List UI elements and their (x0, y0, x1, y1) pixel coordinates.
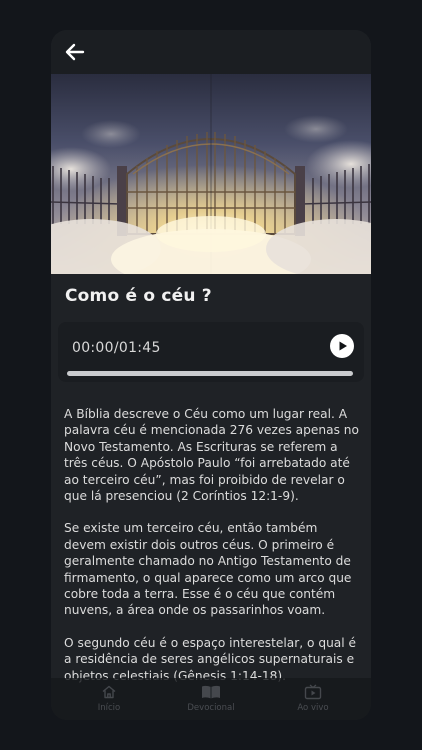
audio-player: 00:00/01:45 (58, 322, 364, 382)
audio-progress-bar[interactable] (67, 371, 353, 376)
app-screen: Como é o céu ? 00:00/01:45 A Bíblia desc… (51, 30, 371, 720)
paragraph: O segundo céu é o espaço interestelar, o… (64, 635, 357, 683)
paragraph: Se existe um terceiro céu, então também … (64, 521, 352, 618)
tab-label: Devocional (187, 703, 235, 713)
tab-label: Início (97, 703, 121, 713)
bottom-tab-bar: Início Devocional Ao vivo (51, 678, 371, 720)
devotional-text: A Bíblia descreve o Céu como um lugar re… (64, 406, 360, 706)
hero-image (51, 74, 371, 274)
arrow-left-icon (65, 43, 85, 61)
tab-label: Ao vivo (297, 703, 329, 713)
tab-ao-vivo[interactable]: Ao vivo (273, 684, 353, 713)
play-button[interactable] (330, 334, 354, 358)
top-bar (51, 30, 371, 74)
back-button[interactable] (63, 40, 87, 64)
tv-icon (304, 684, 322, 700)
play-icon (339, 341, 347, 351)
tab-inicio[interactable]: Início (69, 684, 149, 713)
playback-time: 00:00/01:45 (72, 340, 161, 356)
tab-devocional[interactable]: Devocional (171, 684, 251, 713)
home-icon (102, 685, 116, 699)
book-icon (202, 685, 220, 699)
paragraph: A Bíblia descreve o Céu como um lugar re… (64, 407, 359, 504)
devotional-title: Como é o céu ? (65, 286, 212, 306)
heaven-gates-image (51, 74, 371, 274)
